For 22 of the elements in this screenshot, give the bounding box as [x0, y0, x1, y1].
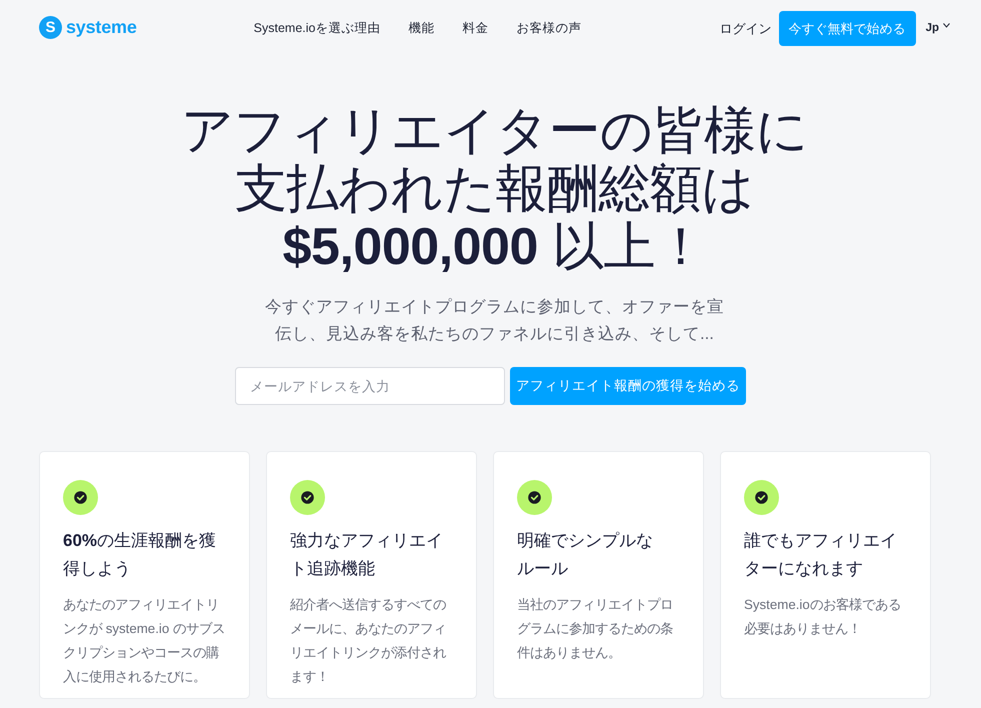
feature-title: 誰でもアフィリエイターになれます — [744, 530, 898, 580]
feature-description: あなたのアフィリエイトリンクが systeme.io のサブスクリプションやコースの購入に使用されるたびに。 — [63, 596, 226, 686]
language-selector[interactable]: Jp — [926, 20, 939, 38]
check-badge-icon — [290, 480, 325, 515]
feature-title: 60%の生涯報酬を獲得しよう — [63, 530, 218, 580]
email-field[interactable]: メールアドレスを入力 — [235, 367, 505, 405]
caret-icon[interactable] — [943, 23, 950, 28]
feature-description: 当社のアフィリエイトプログラムに参加するための条件はありません。 — [517, 596, 674, 662]
feature-description: Systeme.ioのお客様である必要はありません！ — [744, 596, 902, 638]
login-link[interactable]: ログイン — [720, 18, 772, 38]
hero-subtitle: 今すぐアフィリエイトプログラムに参加して、オファーを宣伝し、見込み客を私たちのファネルに引き込み、そして... — [264, 296, 725, 345]
feature-title: 強力なアフィリエイト追跡機能 — [290, 530, 444, 580]
feature-description: 紹介者へ送信するすべてのメールに、あなたのアフィリエイトリンクが添付されます！ — [290, 596, 447, 686]
check-badge-icon — [517, 480, 552, 515]
check-badge-icon — [63, 480, 98, 515]
nav-link[interactable]: 機能 — [408, 19, 434, 38]
hero-headline: アフィリエイターの皆様に支払われた報酬総額は$5,000,000 以上！ — [180, 102, 809, 276]
nav-link[interactable]: お客様の声 — [516, 19, 582, 38]
feature-title: 明確でシンプルなルール — [517, 530, 654, 580]
nav-link[interactable]: 料金 — [462, 19, 488, 38]
nav-link[interactable]: Systeme.ioを選ぶ理由 — [254, 19, 380, 38]
check-badge-icon — [744, 480, 779, 515]
